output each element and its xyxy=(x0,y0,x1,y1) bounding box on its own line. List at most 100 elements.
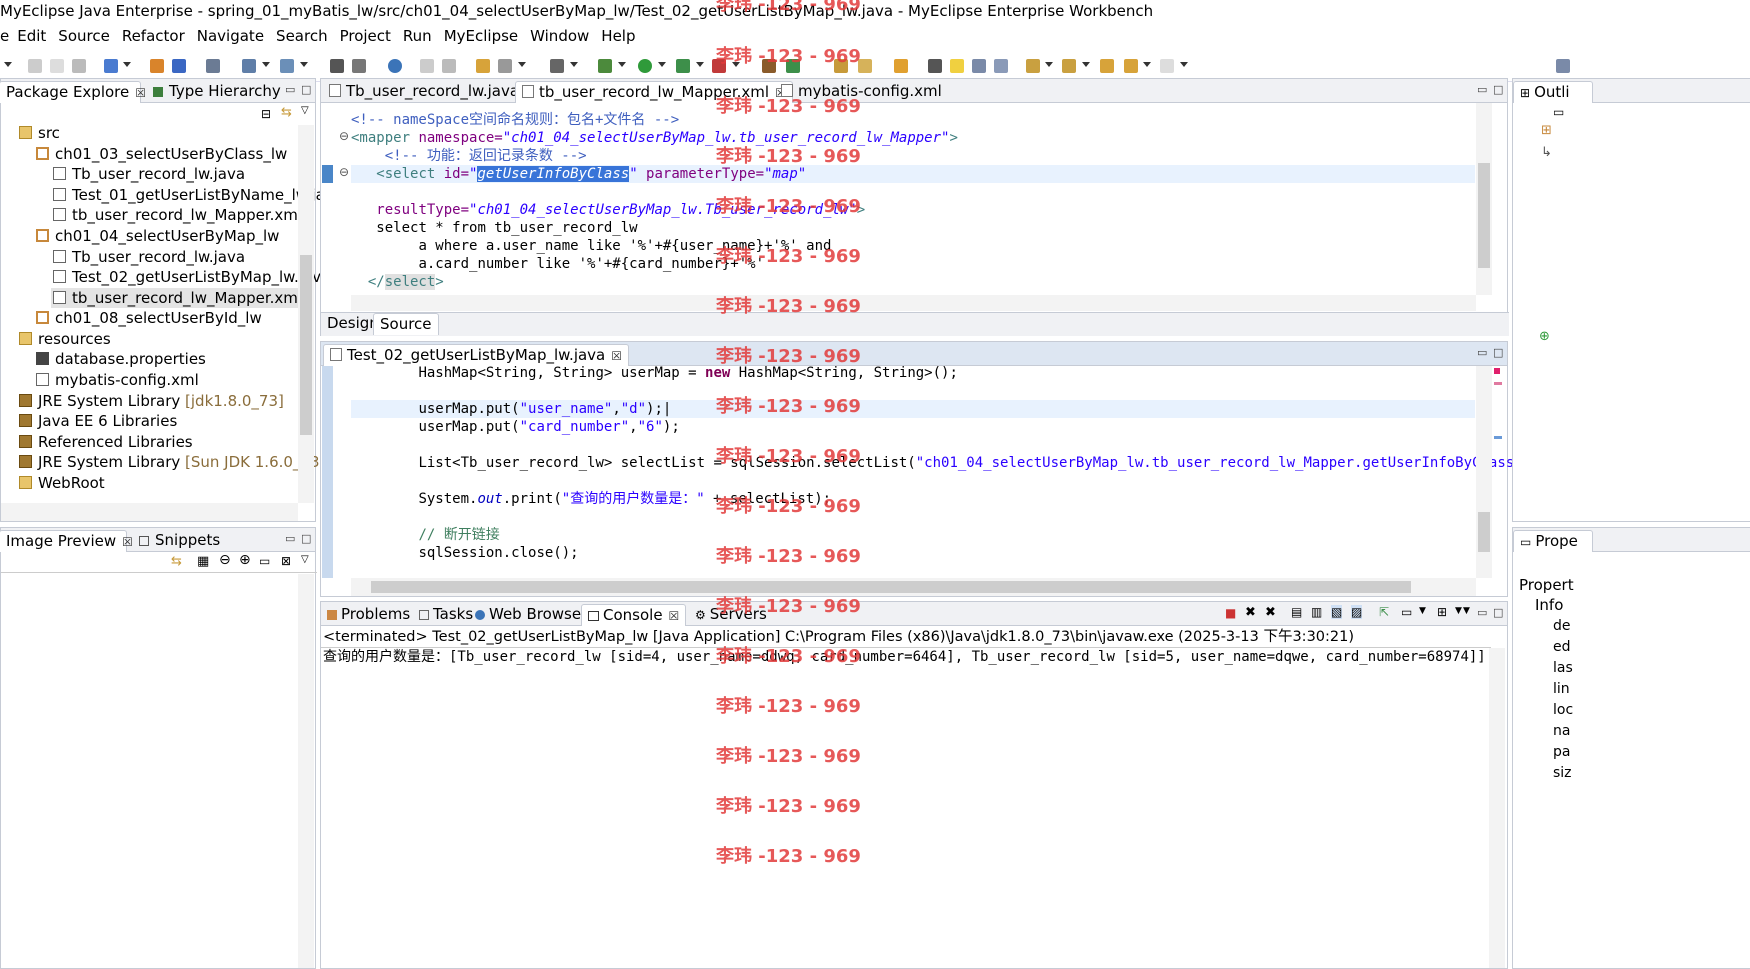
fold-icon[interactable]: ⊖ xyxy=(339,165,349,179)
tab-console[interactable]: Console ☒ xyxy=(581,604,687,626)
dropdown-arrow-icon[interactable] xyxy=(696,62,704,67)
dropdown-arrow-icon[interactable]: ▼ xyxy=(1455,606,1462,616)
toolbar-icon[interactable] xyxy=(420,59,434,73)
tree-item[interactable]: Test_02_getUserListByMap_lw.java xyxy=(53,267,330,287)
close-icon[interactable]: ☒ xyxy=(122,535,133,549)
tab-type-hierarchy[interactable]: Type Hierarchy xyxy=(147,81,287,103)
remove-all-icon[interactable]: ✖ xyxy=(1265,605,1276,620)
tab-problems[interactable]: Problems xyxy=(321,604,416,626)
actual-size-icon[interactable]: ▭ xyxy=(259,554,270,568)
xml-source-code[interactable]: <!-- nameSpace空间命名规则：包名+文件名 --> <mapper … xyxy=(351,111,958,291)
tree-item[interactable]: WebRoot xyxy=(19,473,105,493)
tree-horizontal-scrollbar[interactable] xyxy=(1,503,298,521)
fit-icon[interactable]: ▦ xyxy=(197,554,209,569)
menu-refactor[interactable]: Refactor xyxy=(122,27,185,45)
tab-source[interactable]: Source xyxy=(373,313,439,335)
tab-web-browser[interactable]: Web Browser xyxy=(469,604,593,626)
new-console-icon[interactable]: ⊞ xyxy=(1437,605,1447,619)
tab-properties[interactable]: ▭ Prope xyxy=(1513,530,1593,552)
print-icon[interactable] xyxy=(72,59,86,73)
tab-outline[interactable]: ⊞ Outli xyxy=(1513,81,1593,103)
maximize-icon[interactable]: □ xyxy=(1493,346,1503,359)
tree-item[interactable]: src xyxy=(19,123,60,143)
menu-myeclipse[interactable]: MyEclipse xyxy=(444,27,518,45)
tree-item[interactable]: Test_01_getUserListByName_lw.jav xyxy=(53,185,334,205)
close-icon[interactable]: ☒ xyxy=(135,86,146,100)
prev-annotation-icon[interactable] xyxy=(1062,59,1076,73)
dropdown-arrow-icon[interactable] xyxy=(262,62,270,67)
terminate-icon[interactable]: ■ xyxy=(1225,606,1236,620)
toolbar-icon[interactable] xyxy=(330,59,344,73)
dropdown-arrow-icon[interactable] xyxy=(1082,62,1090,67)
menu-project[interactable]: Project xyxy=(340,27,391,45)
toolbar-icon[interactable] xyxy=(972,59,986,73)
view-menu-icon[interactable]: ▽ xyxy=(301,554,309,565)
toolbar-icon[interactable] xyxy=(928,59,942,73)
zoom-out-icon[interactable]: ⊖ xyxy=(219,552,231,568)
remove-launch-icon[interactable]: ✖ xyxy=(1245,605,1256,620)
menu-run[interactable]: Run xyxy=(403,27,432,45)
console-scrollbar[interactable] xyxy=(1489,648,1505,968)
xml-vertical-scrollbar[interactable] xyxy=(1476,103,1492,295)
toolbar-icon[interactable] xyxy=(550,59,564,73)
tree-item[interactable]: resources xyxy=(19,329,111,349)
dropdown-arrow-icon[interactable] xyxy=(1143,62,1151,67)
menu-navigate[interactable]: Navigate xyxy=(197,27,264,45)
show-on-error-icon[interactable]: ▨ xyxy=(1351,605,1363,619)
scroll-lock-icon[interactable]: ▥ xyxy=(1311,605,1322,619)
view-menu-icon[interactable]: ▽ xyxy=(301,105,309,116)
tree-item[interactable]: JRE System Library [Sun JDK 1.6.0_13] xyxy=(19,452,325,472)
minimize-icon[interactable]: ▭ xyxy=(1477,606,1487,619)
xml-horizontal-scrollbar[interactable] xyxy=(351,295,1476,311)
next-annotation-icon[interactable] xyxy=(1026,59,1040,73)
globe-icon[interactable] xyxy=(388,59,402,73)
open-type-icon[interactable] xyxy=(150,59,164,73)
tree-vertical-scrollbar[interactable] xyxy=(298,125,314,503)
menu-search[interactable]: Search xyxy=(276,27,328,45)
link-editor-icon[interactable]: ⇆ xyxy=(281,105,292,120)
coverage-icon[interactable] xyxy=(676,59,690,73)
maximize-icon[interactable]: □ xyxy=(1493,83,1503,96)
debug-icon[interactable] xyxy=(598,59,612,73)
close-icon[interactable]: ☒ xyxy=(669,609,680,623)
open-resource-icon[interactable] xyxy=(172,59,186,73)
menu-window[interactable]: Window xyxy=(530,27,589,45)
outline-node-icon[interactable]: ⊞ xyxy=(1541,123,1552,138)
minimize-icon[interactable]: ▭ xyxy=(1477,83,1487,96)
toolbar-icon[interactable] xyxy=(894,59,908,73)
refresh-icon[interactable]: ⇆ xyxy=(171,554,182,569)
toolbar-icon[interactable] xyxy=(352,59,366,73)
tab-image-preview[interactable]: Image Preview ☒ xyxy=(0,530,133,552)
last-edit-icon[interactable] xyxy=(1100,59,1114,73)
save-all-icon[interactable] xyxy=(50,59,64,73)
deploy-icon[interactable] xyxy=(242,59,256,73)
dropdown-arrow-icon[interactable] xyxy=(1045,62,1053,67)
java-source-code[interactable]: HashMap<String, String> userMap = new Ha… xyxy=(351,364,1531,562)
tree-item[interactable]: mybatis-config.xml xyxy=(36,370,199,390)
tree-item-selected[interactable]: tb_user_record_lw_Mapper.xml xyxy=(51,288,307,308)
dropdown-arrow-icon[interactable] xyxy=(123,62,131,67)
minimize-icon[interactable]: ▭ xyxy=(285,83,295,96)
minimize-icon[interactable]: ▭ xyxy=(285,532,295,545)
preview-scrollbar[interactable] xyxy=(298,574,314,968)
server-icon[interactable] xyxy=(206,59,220,73)
run-icon[interactable] xyxy=(638,59,652,73)
toolbar-icon[interactable] xyxy=(442,59,456,73)
tab-test-02-java[interactable]: Test_02_getUserListByMap_lw.java ☒ xyxy=(323,344,630,366)
fit-window-icon[interactable]: ⊠ xyxy=(281,554,291,568)
error-marker[interactable] xyxy=(1494,368,1500,374)
tab-snippets[interactable]: Snippets xyxy=(133,530,226,552)
tree-item[interactable]: ch01_03_selectUserByClass_lw xyxy=(36,144,287,164)
toolbar-icon[interactable] xyxy=(498,59,512,73)
tree-item[interactable]: ch01_04_selectUserByMap_lw xyxy=(36,226,279,246)
outline-node-icon[interactable]: ⊕ xyxy=(1539,329,1550,344)
menu-source[interactable]: Source xyxy=(58,27,110,45)
dropdown-arrow-icon[interactable] xyxy=(300,62,308,67)
maximize-icon[interactable]: □ xyxy=(301,532,311,545)
tree-item[interactable]: Tb_user_record_lw.java xyxy=(53,247,245,267)
show-on-output-icon[interactable]: ▧ xyxy=(1331,605,1343,619)
dropdown-arrow-icon[interactable] xyxy=(570,62,578,67)
toolbar-icon[interactable]: ▭ xyxy=(1553,105,1564,119)
clear-console-icon[interactable]: ▤ xyxy=(1291,605,1302,619)
collapse-all-icon[interactable]: ⊟ xyxy=(261,107,271,121)
